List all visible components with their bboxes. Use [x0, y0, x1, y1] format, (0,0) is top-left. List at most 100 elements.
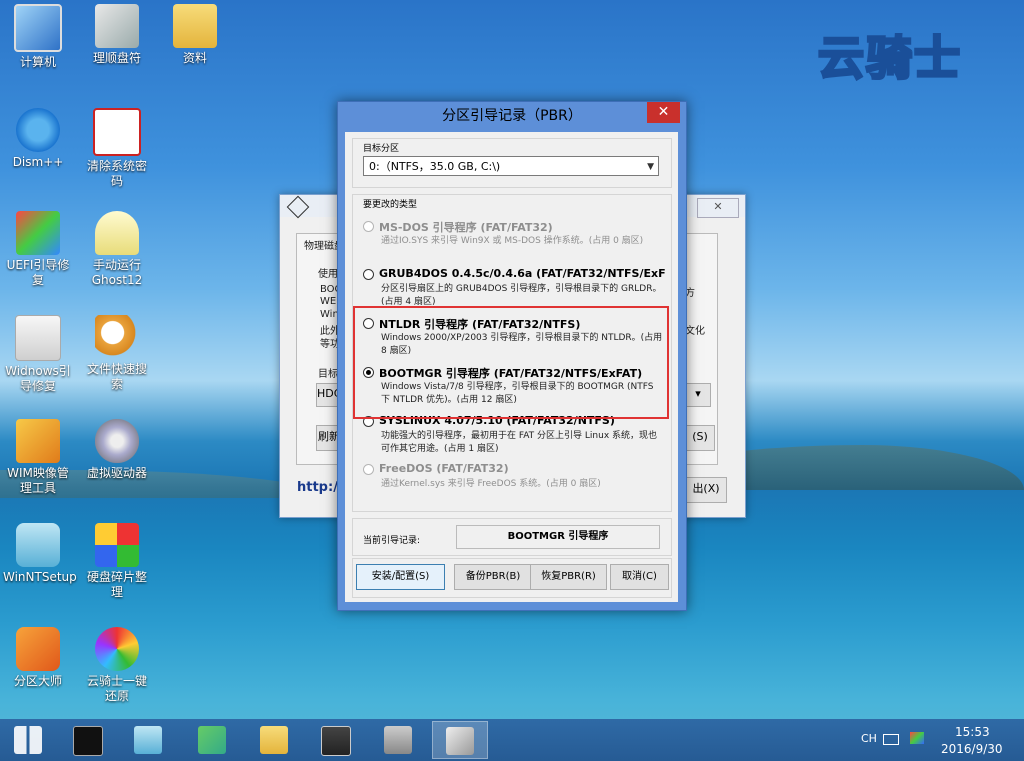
- use-label: 使用: [318, 269, 338, 280]
- clock-date[interactable]: 2016/9/30: [941, 742, 1003, 756]
- option-desc: 通过IO.SYS 来引导 Win9X 或 MS-DOS 操作系统。(占用 0 扇…: [381, 236, 644, 246]
- toolbox-icon: [15, 315, 61, 361]
- current-record-label: 当前引导记录:: [363, 536, 421, 546]
- bg-target-dropdown[interactable]: ▾: [685, 383, 711, 407]
- desktop-icon-drive-letters[interactable]: 理顺盘符: [82, 0, 152, 66]
- radio-button[interactable]: [363, 464, 374, 475]
- option-name: MS-DOS 引导程序 (FAT/FAT32): [379, 221, 553, 234]
- desktop-icon-computer[interactable]: 计算机: [3, 0, 73, 70]
- desktop-icon-label: 计算机: [19, 55, 56, 69]
- wim-icon: [16, 419, 60, 463]
- computer-icon: [14, 4, 62, 52]
- taskbar-chip[interactable]: [370, 721, 426, 759]
- current-record-value: BOOTMGR 引导程序: [456, 525, 660, 549]
- windows-flag-icon: [16, 211, 60, 255]
- taskbar-setup[interactable]: [120, 721, 176, 759]
- option-name: FreeDOS (FAT/FAT32): [379, 462, 509, 475]
- bg-target-label: 目标: [318, 369, 338, 380]
- input-language[interactable]: CH: [861, 732, 877, 745]
- network-icon[interactable]: [910, 732, 924, 744]
- desktop-icon-uefi-repair[interactable]: UEFI引导修复: [3, 207, 73, 288]
- highlight-box: [353, 306, 669, 419]
- windows-logo-icon: [14, 726, 42, 754]
- folder-icon: [260, 726, 288, 754]
- ghost-icon: [95, 211, 139, 255]
- desktop-icon-label: 文件快速搜索: [86, 362, 147, 391]
- taskbar-bootice[interactable]: [432, 721, 488, 759]
- chevron-down-icon: ▼: [647, 162, 654, 172]
- radio-button[interactable]: [363, 221, 374, 232]
- target-partition-value: 0:（NTFS，35.0 GB, C:\): [369, 160, 501, 173]
- taskbar-monitor[interactable]: [308, 721, 364, 759]
- desktop-icon-dism[interactable]: Dism++: [3, 104, 73, 170]
- desktop-icon-folder[interactable]: 资料: [160, 0, 230, 66]
- bg-s-button[interactable]: (S): [685, 425, 715, 451]
- desktop-icon-defrag[interactable]: 硬盘碎片整理: [82, 519, 152, 600]
- taskbar-explorer[interactable]: [246, 721, 302, 759]
- taskbar: CH 15:53 2016/9/30: [0, 719, 1024, 761]
- brand-logo: 云骑士: [817, 30, 962, 87]
- folder-icon: [173, 4, 217, 48]
- desktop-icon-partition-master[interactable]: 分区大师: [3, 623, 73, 689]
- gear-icon: [16, 108, 60, 152]
- desktop-icon-label: 虚拟驱动器: [86, 466, 147, 480]
- desktop-icon-label: 清除系统密码: [86, 159, 147, 188]
- desktop-icon-label: 硬盘碎片整理: [86, 570, 147, 599]
- terminal-icon: [73, 726, 103, 756]
- desktop-icon-label: WIM映像管理工具: [7, 466, 69, 495]
- desktop-icon-one-key-restore[interactable]: 云骑士一键还原: [82, 623, 152, 704]
- bg-link[interactable]: http:/: [297, 480, 338, 495]
- desktop-icon-label: 分区大师: [13, 674, 62, 688]
- restore-burst-icon: [95, 627, 139, 671]
- desktop-icon-wim-manager[interactable]: WIM映像管理工具: [3, 415, 73, 496]
- setup-icon: [134, 726, 162, 754]
- desktop-icon-label: Dism++: [12, 155, 64, 169]
- disk-tool-icon: [446, 727, 474, 755]
- bg-line: Win: [320, 309, 339, 320]
- backup-pbr-button[interactable]: 备份PBR(B): [454, 564, 532, 590]
- setup-icon: [16, 523, 60, 567]
- magnifier-icon: [95, 315, 139, 359]
- cubes-icon: [198, 726, 226, 754]
- dialog-title: 分区引导记录（PBR）: [442, 108, 582, 124]
- memory-chip-icon: [384, 726, 412, 754]
- monitor-icon: [321, 726, 351, 756]
- option-desc: 功能强大的引导程序，最初用于在 FAT 分区上引导 Linux 系统，现也可作其…: [381, 431, 658, 454]
- desktop-icon-winntsetup[interactable]: WinNTSetup: [3, 519, 77, 585]
- keyboard-icon[interactable]: [883, 734, 899, 745]
- desktop-icon-label: Widnows引导修复: [5, 364, 71, 393]
- disc-icon: [95, 419, 139, 463]
- boot-type-caption: 要更改的类型: [363, 200, 418, 210]
- taskbar-defrag[interactable]: [184, 721, 240, 759]
- desktop-icon-clear-password[interactable]: 清除系统密码: [82, 104, 152, 189]
- disk-icon: [286, 195, 310, 219]
- desktop-icon-label: UEFI引导修复: [6, 258, 70, 287]
- bg-side-text: 文化: [685, 326, 705, 337]
- clock-time[interactable]: 15:53: [955, 725, 990, 739]
- option-name: GRUB4DOS 0.4.5c/0.4.6a (FAT/FAT32/NTFS/E…: [379, 267, 666, 280]
- desktop-icon-ghost[interactable]: 手动运行Ghost12: [82, 207, 152, 288]
- target-partition-caption: 目标分区: [363, 144, 400, 154]
- option-desc: 通过Kernel.sys 来引导 FreeDOS 系统。(占用 0 扇区): [381, 479, 601, 489]
- restore-pbr-button[interactable]: 恢复PBR(R): [530, 564, 607, 590]
- dialog-close-button[interactable]: ✕: [647, 102, 680, 123]
- bg-exit-button[interactable]: 出(X): [685, 477, 727, 503]
- desktop-icon-label: 资料: [182, 51, 207, 65]
- taskbar-cmd[interactable]: [60, 721, 116, 759]
- desktop-icon-label: 云骑士一键还原: [86, 674, 147, 703]
- cancel-button[interactable]: 取消(C): [610, 564, 669, 590]
- desktop-icon-virtual-drive[interactable]: 虚拟驱动器: [82, 415, 152, 481]
- radio-button[interactable]: [363, 269, 374, 280]
- partition-master-icon: [16, 627, 60, 671]
- desktop-icon-file-search[interactable]: 文件快速搜索: [82, 311, 152, 392]
- drive-letters-icon: [95, 4, 139, 48]
- desktop-icon-windows-boot-repair[interactable]: Widnows引导修复: [3, 311, 73, 394]
- install-button[interactable]: 安装/配置(S): [356, 564, 445, 590]
- defrag-cubes-icon: [95, 523, 139, 567]
- key-icon: [93, 108, 141, 156]
- target-partition-select[interactable]: 0:（NTFS，35.0 GB, C:\) ▼: [363, 156, 659, 176]
- start-button[interactable]: [0, 721, 56, 759]
- desktop-icon-label: WinNTSetup: [3, 570, 77, 584]
- desktop-icon-label: 手动运行Ghost12: [91, 258, 143, 287]
- background-window-close[interactable]: ✕: [697, 198, 739, 218]
